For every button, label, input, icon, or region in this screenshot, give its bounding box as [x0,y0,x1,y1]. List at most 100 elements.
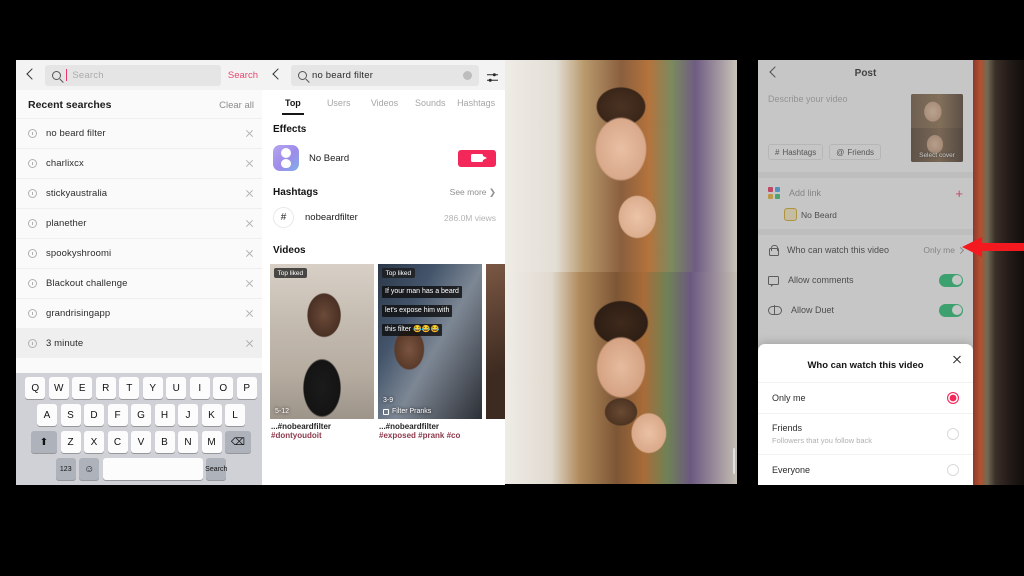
comment-icon [768,275,779,287]
keyboard-key[interactable]: R [95,377,116,399]
video-thumbnail[interactable]: Top liked If your man has a beard let's e… [378,264,482,419]
video-frame-top[interactable] [505,60,737,272]
keyboard-key[interactable]: Z [60,431,81,453]
keyboard-key[interactable]: Search [205,458,227,480]
effect-row[interactable]: No Beard [262,141,507,179]
clear-all-button[interactable]: Clear all [219,100,254,111]
privacy-option[interactable]: Everyone [758,454,973,485]
keyboard-key[interactable]: Q [25,377,46,399]
keyboard-key[interactable]: ⬆ [31,431,57,453]
privacy-option[interactable]: Friends Followers that you follow back [758,413,973,454]
video-sound[interactable]: Filter Pranks [383,408,431,415]
back-chevron-icon[interactable] [270,68,284,82]
allow-duet-toggle[interactable] [939,303,963,317]
search-icon [298,70,307,80]
video-thumbnail[interactable] [486,264,507,419]
tab-top[interactable]: Top [270,90,316,116]
tab-hashtags[interactable]: Hashtags [453,90,499,116]
allow-comments-row[interactable]: Allow comments [758,265,973,295]
hashtag-row[interactable]: # nobeardfilter 286.0M views [262,204,507,237]
add-link-row[interactable]: Add link + [758,178,973,208]
keyboard-key[interactable]: L [225,404,245,426]
effects-section-header: Effects [262,116,507,141]
privacy-bottom-sheet: Who can watch this video Only me Friends F… [758,344,973,485]
record-with-effect-button[interactable] [458,149,496,167]
keyboard-key[interactable]: X [84,431,104,453]
keyboard-key[interactable]: U [166,377,187,399]
keyboard-key[interactable] [102,458,203,480]
privacy-value[interactable]: Only me [923,245,965,255]
caption-line-1: ...#nobeardfilter [271,422,332,431]
effect-chip[interactable]: No Beard [784,208,973,221]
see-more-button[interactable]: See more ❯ [450,187,496,198]
keyboard-key[interactable]: ☺ [79,458,100,480]
recent-search-item[interactable]: Blackout challenge [16,268,266,298]
plus-icon[interactable]: + [955,187,963,200]
hashtags-chip[interactable]: # Hashtags [768,144,824,160]
keyboard-key[interactable]: K [201,404,222,426]
keyboard-key[interactable]: S [60,404,81,426]
friends-chip[interactable]: @ Friends [829,144,882,160]
close-icon[interactable] [952,354,962,364]
remove-recent-icon[interactable] [245,189,254,198]
keyboard-key[interactable]: P [236,377,257,399]
search-input-filled[interactable]: no beard filter [291,64,479,86]
keyboard-key[interactable]: ⌫ [225,431,251,453]
allow-duet-row[interactable]: Allow Duet [758,295,973,325]
clear-circle-icon[interactable] [463,70,472,80]
remove-recent-icon[interactable] [245,279,254,288]
keyboard-key[interactable]: G [131,404,151,426]
remove-recent-icon[interactable] [245,249,254,258]
keyboard-key[interactable]: T [119,377,140,399]
privacy-row[interactable]: Who can watch this video Only me [758,235,973,265]
video-card[interactable]: Top liked If your man has a beard let's e… [378,264,482,440]
tab-users[interactable]: Users [316,90,362,116]
video-card[interactable]: Top liked 5-12 ...#nobeardfilter #dontyo… [270,264,374,440]
keyboard-key[interactable]: Y [142,377,163,399]
option-radio[interactable] [947,464,959,476]
search-input[interactable]: Search [45,64,221,86]
video-frame-bottom[interactable] [505,272,737,484]
keyboard-key[interactable]: I [189,377,210,399]
keyboard-key[interactable]: V [131,431,151,453]
keyboard-key[interactable]: M [201,431,222,453]
remove-recent-icon[interactable] [245,159,254,168]
keyboard-key[interactable]: B [154,431,175,453]
keyboard-key[interactable]: J [178,404,198,426]
keyboard-key[interactable]: E [72,377,93,399]
keyboard-key[interactable]: A [37,404,57,426]
recent-search-item[interactable]: grandrisingapp [16,298,266,328]
remove-recent-icon[interactable] [245,309,254,318]
option-radio[interactable] [947,428,959,440]
select-cover-thumbnail[interactable]: Select cover [911,94,963,162]
search-submit-button[interactable]: Search [228,70,258,81]
description-input[interactable]: Describe your video [768,94,903,104]
keyboard-key[interactable]: D [84,404,104,426]
back-chevron-icon[interactable] [24,68,38,82]
keyboard-key[interactable]: H [154,404,175,426]
recent-search-item[interactable]: spookyshroomi [16,238,266,268]
video-thumbnail[interactable]: Top liked 5-12 [270,264,374,419]
keyboard-key[interactable]: O [213,377,234,399]
option-radio[interactable] [947,392,959,404]
keyboard-key[interactable]: 123 [55,458,76,480]
recent-search-item[interactable]: charlixcx [16,148,266,178]
privacy-option[interactable]: Only me [758,382,973,413]
tab-sounds[interactable]: Sounds [407,90,453,116]
keyboard-key[interactable]: F [107,404,128,426]
keyboard-key[interactable]: W [48,377,69,399]
video-card-partial[interactable] [486,264,507,440]
remove-recent-icon[interactable] [245,339,254,348]
recent-search-item[interactable]: no beard filter [16,118,266,148]
keyboard-key[interactable]: N [178,431,198,453]
back-chevron-icon[interactable] [767,66,781,80]
allow-comments-toggle[interactable] [939,273,963,287]
recent-search-item[interactable]: 3 minute [16,328,266,358]
recent-search-item[interactable]: stickyaustralia [16,178,266,208]
tab-videos[interactable]: Videos [362,90,408,116]
remove-recent-icon[interactable] [245,129,254,138]
tune-sliders-icon[interactable] [486,70,499,82]
recent-search-item[interactable]: planether [16,208,266,238]
keyboard-key[interactable]: C [107,431,128,453]
remove-recent-icon[interactable] [245,219,254,228]
